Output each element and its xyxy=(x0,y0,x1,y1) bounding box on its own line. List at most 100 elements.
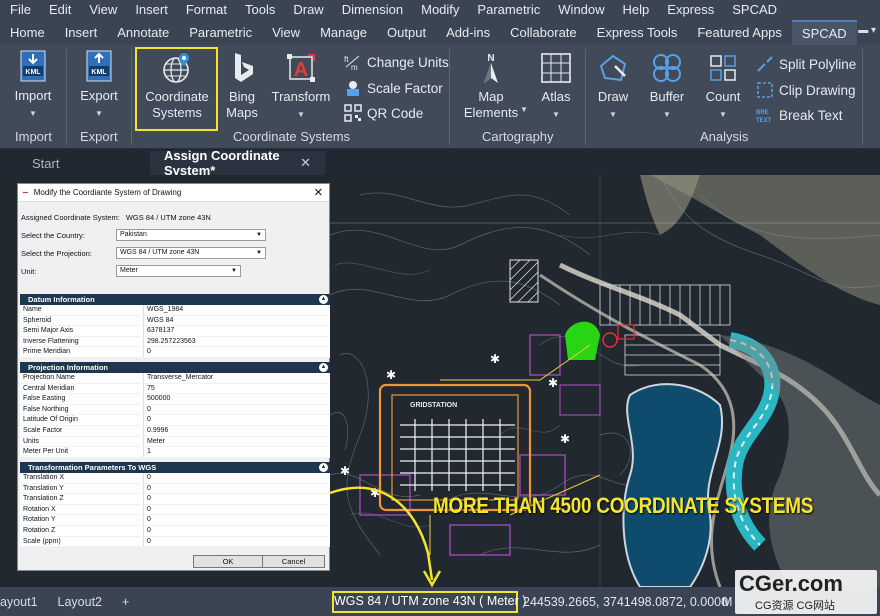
menu-item-view[interactable]: View xyxy=(79,2,125,17)
scale-factor-button[interactable]: Scale Factor xyxy=(344,79,443,97)
buffer-caret-icon[interactable]: ▼ xyxy=(663,107,671,123)
autocad-window: File Edit View Insert Format Tools Draw Dimensi… xyxy=(0,0,880,616)
panel-label-cartography: Cartography xyxy=(482,129,554,144)
svg-text:m: m xyxy=(351,63,358,71)
atlas-button[interactable]: Atlas ▼ xyxy=(533,51,579,123)
panel-label-coordinate-systems: Coordinate Systems xyxy=(233,129,351,144)
clip-drawing-icon xyxy=(756,81,774,99)
property-value: WGS_1984 xyxy=(147,306,184,313)
property-value: 0 xyxy=(147,405,151,413)
table-row: Units Meter xyxy=(20,436,330,448)
tab-home[interactable]: Home xyxy=(0,21,55,44)
atlas-caret-icon[interactable]: ▼ xyxy=(552,107,560,123)
menu-item-format[interactable]: Format xyxy=(176,2,235,17)
buffer-button[interactable]: Buffer ▼ xyxy=(644,51,690,123)
dialog-title: Modify the Coordiante System of Drawing xyxy=(33,188,182,197)
draw-caret-icon[interactable]: ▼ xyxy=(609,107,617,123)
dialog-close-icon[interactable]: ✕ xyxy=(314,186,323,199)
drawing-canvas[interactable]: GRIDSTATION ✱ ✱ ✱ ✱ ✱ ✱ ∽ Modify the Coo… xyxy=(0,175,880,587)
add-layout-icon[interactable]: + xyxy=(112,595,139,609)
collapse-icon[interactable]: ▲ xyxy=(319,363,328,372)
menu-item-window[interactable]: Window xyxy=(548,2,612,17)
count-button[interactable]: Count ▼ xyxy=(700,51,746,123)
tab-express-tools[interactable]: Express Tools xyxy=(587,21,688,44)
kml-export-icon: KML xyxy=(82,50,116,84)
datum-section-header[interactable]: Datum Information ▲ xyxy=(20,294,330,305)
projection-header-label: Projection Information xyxy=(28,363,109,372)
cancel-button[interactable]: Cancel xyxy=(262,555,325,568)
tab-insert[interactable]: Insert xyxy=(55,21,108,44)
menu-item-express[interactable]: Express xyxy=(657,2,722,17)
svg-text:KML: KML xyxy=(25,69,41,76)
unit-row: Unit: xyxy=(21,267,36,276)
transform-button[interactable]: A Transform ▼ xyxy=(270,51,332,123)
menu-item-draw[interactable]: Draw xyxy=(283,2,331,17)
break-text-button[interactable]: BRE TEXT Break Text xyxy=(756,106,843,125)
atlas-grid-icon xyxy=(539,51,573,85)
ribbon-options-icon[interactable]: ▬ ▾ xyxy=(858,25,876,36)
unit-select[interactable]: Meter ▼ xyxy=(116,265,241,277)
export-button[interactable]: KML Export ▼ xyxy=(74,50,124,122)
menu-item-parametric[interactable]: Parametric xyxy=(467,2,548,17)
bing-maps-button[interactable]: Bing Maps xyxy=(220,51,264,121)
model-space-toggle[interactable]: M xyxy=(722,595,732,609)
menu-item-insert[interactable]: Insert xyxy=(125,2,176,17)
menu-item-dimension[interactable]: Dimension xyxy=(332,2,411,17)
menu-item-help[interactable]: Help xyxy=(613,2,658,17)
map-elements-caret-icon[interactable]: ▼ xyxy=(520,105,528,114)
transform-section-header[interactable]: Transformation Parameters To WGS ▲ xyxy=(20,462,330,473)
tab-output[interactable]: Output xyxy=(377,21,436,44)
menu-item-tools[interactable]: Tools xyxy=(235,2,283,17)
tab-featured-apps[interactable]: Featured Apps xyxy=(687,21,792,44)
tab-parametric[interactable]: Parametric xyxy=(179,21,262,44)
transform-icon: A xyxy=(284,51,318,85)
menu-item-spcad[interactable]: SPCAD xyxy=(722,2,785,17)
property-name: Rotation X xyxy=(20,504,144,515)
unit-label: Unit: xyxy=(21,267,37,276)
menu-item-file[interactable]: File xyxy=(0,2,39,17)
drawing-tab[interactable]: Assign Coordinate System* ✕ xyxy=(150,148,325,178)
export-caret-icon[interactable]: ▼ xyxy=(95,106,103,122)
menu-item-modify[interactable]: Modify xyxy=(411,2,467,17)
collapse-icon[interactable]: ▲ xyxy=(319,463,328,472)
draw-button[interactable]: Draw ▼ xyxy=(592,51,634,123)
country-select[interactable]: Pakistan ▼ xyxy=(116,229,266,241)
panel-separator xyxy=(66,49,67,145)
collapse-icon[interactable]: ▲ xyxy=(319,295,328,304)
count-caret-icon[interactable]: ▼ xyxy=(719,107,727,123)
transform-caret-icon[interactable]: ▼ xyxy=(297,107,305,123)
clip-drawing-button[interactable]: Clip Drawing xyxy=(756,81,856,99)
layout2-tab[interactable]: Layout2 xyxy=(48,595,112,609)
property-name: False Northing xyxy=(20,404,144,415)
tab-view[interactable]: View xyxy=(262,21,310,44)
ok-button[interactable]: OK xyxy=(193,555,263,568)
coordinate-systems-button[interactable]: Coordinate Systems xyxy=(139,51,215,121)
count-label: Count xyxy=(705,89,741,104)
import-caret-icon[interactable]: ▼ xyxy=(29,106,37,122)
property-value: 0.9996 xyxy=(147,426,169,434)
panel-label-import: Import xyxy=(15,129,52,144)
import-button[interactable]: KML Import ▼ xyxy=(8,50,58,122)
bing-maps-label: Bing Maps xyxy=(226,89,258,120)
layout1-tab[interactable]: ayout1 xyxy=(0,595,48,609)
map-elements-button[interactable]: N Map Elements xyxy=(459,51,523,121)
start-tab[interactable]: Start xyxy=(0,151,150,175)
projection-section-header[interactable]: Projection Information ▲ xyxy=(20,362,330,373)
qr-code-button[interactable]: QR Code xyxy=(344,104,423,122)
tab-manage[interactable]: Manage xyxy=(310,21,377,44)
tab-add-ins[interactable]: Add-ins xyxy=(436,21,500,44)
property-value: 0 xyxy=(147,495,151,503)
close-tab-icon[interactable]: ✕ xyxy=(300,155,311,171)
tab-spcad[interactable]: SPCAD xyxy=(791,19,857,45)
projection-select[interactable]: WGS 84 / UTM zone 43N ▼ xyxy=(116,247,266,259)
tab-annotate[interactable]: Annotate xyxy=(107,21,179,44)
change-units-label: Change Units xyxy=(367,54,449,70)
property-name: Translation Y xyxy=(20,483,144,494)
coordinate-system-status[interactable]: WGS 84 / UTM zone 43N ( Meter ) xyxy=(332,591,526,613)
svg-text:ft: ft xyxy=(344,55,349,64)
menu-item-edit[interactable]: Edit xyxy=(39,2,79,17)
table-row: Inverse Flattening 298.257223563 xyxy=(20,336,330,348)
tab-collaborate[interactable]: Collaborate xyxy=(500,21,587,44)
change-units-button[interactable]: ft m Change Units xyxy=(344,53,449,72)
split-polyline-button[interactable]: Split Polyline xyxy=(756,55,856,73)
